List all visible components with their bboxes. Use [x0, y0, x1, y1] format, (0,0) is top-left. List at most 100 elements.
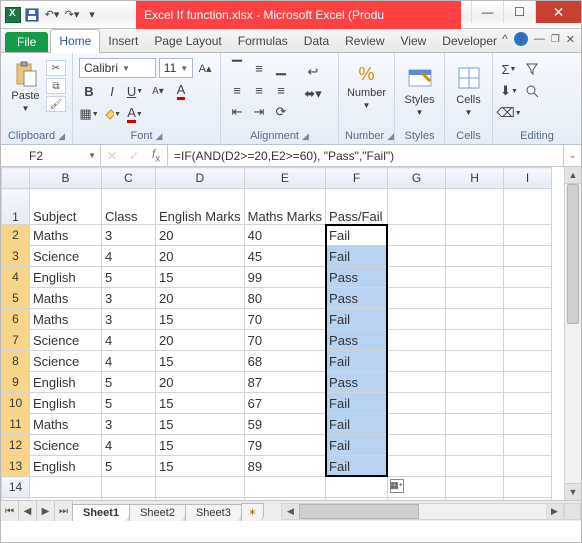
vertical-scrollbar[interactable]: ▲ ▼: [564, 167, 581, 500]
font-color-button[interactable]: A▼: [125, 104, 145, 124]
cell[interactable]: 15: [156, 309, 245, 330]
formula-input[interactable]: =IF(AND(D2>=20,E2>=60), "Pass","Fail"): [168, 145, 563, 166]
expand-formula-bar-icon[interactable]: ⌄: [563, 145, 581, 166]
fill-color-button[interactable]: ▼: [102, 104, 122, 124]
cell[interactable]: [156, 477, 245, 498]
row-header[interactable]: 5: [2, 288, 30, 309]
row-header[interactable]: 6: [2, 309, 30, 330]
italic-button[interactable]: I: [102, 81, 122, 101]
col-header-I[interactable]: I: [504, 168, 552, 189]
cell[interactable]: 15: [156, 435, 245, 456]
cell[interactable]: 4: [102, 330, 156, 351]
cell[interactable]: [504, 351, 552, 372]
cell[interactable]: 15: [156, 393, 245, 414]
paste-button[interactable]: Paste ▼: [7, 56, 44, 113]
sheet-tab-sheet1[interactable]: Sheet1: [72, 504, 130, 521]
cell[interactable]: [446, 330, 504, 351]
number-format-button[interactable]: % Number ▼: [344, 60, 390, 110]
cell[interactable]: 59: [244, 414, 325, 435]
cell[interactable]: Fail: [326, 309, 388, 330]
cell[interactable]: 15: [156, 351, 245, 372]
cell[interactable]: English: [30, 372, 102, 393]
cell[interactable]: Science: [30, 246, 102, 267]
tab-page-layout[interactable]: Page Layout: [146, 30, 229, 52]
cell[interactable]: Pass/Fail: [326, 189, 388, 225]
cancel-formula-icon[interactable]: ✕: [101, 149, 123, 163]
row-header[interactable]: 13: [2, 456, 30, 477]
scroll-right-icon[interactable]: ▶: [546, 504, 563, 519]
cell[interactable]: 79: [244, 435, 325, 456]
cell[interactable]: Class: [102, 189, 156, 225]
cell[interactable]: [388, 414, 446, 435]
help-icon[interactable]: ?: [514, 32, 528, 46]
grow-font-button[interactable]: A▴: [196, 58, 214, 78]
cell[interactable]: [388, 288, 446, 309]
sheet-tab-sheet3[interactable]: Sheet3: [185, 504, 242, 521]
cell[interactable]: [504, 330, 552, 351]
row-header[interactable]: 7: [2, 330, 30, 351]
cell[interactable]: Science: [30, 435, 102, 456]
border-button[interactable]: ▦▼: [79, 104, 99, 124]
prev-sheet-icon[interactable]: ◀: [19, 501, 37, 521]
row-header[interactable]: 14: [2, 477, 30, 498]
cell[interactable]: 70: [244, 309, 325, 330]
new-sheet-button[interactable]: ✶: [241, 503, 264, 521]
cell[interactable]: [388, 225, 446, 246]
underline-button[interactable]: U▼: [125, 81, 145, 101]
tab-view[interactable]: View: [393, 30, 435, 52]
cell[interactable]: 3: [102, 225, 156, 246]
align-center-button[interactable]: ≡: [249, 80, 269, 100]
cell[interactable]: 80: [244, 288, 325, 309]
enter-formula-icon[interactable]: ✓: [123, 149, 145, 163]
cell[interactable]: [446, 351, 504, 372]
col-header-E[interactable]: E: [244, 168, 325, 189]
cell[interactable]: [388, 372, 446, 393]
tab-data[interactable]: Data: [296, 30, 337, 52]
cell[interactable]: [446, 309, 504, 330]
cell[interactable]: [388, 309, 446, 330]
align-right-button[interactable]: ≡: [271, 80, 291, 100]
minimize-ribbon-icon[interactable]: ^: [502, 32, 508, 46]
find-select-button[interactable]: [522, 81, 542, 101]
cell[interactable]: [388, 351, 446, 372]
scroll-up-icon[interactable]: ▲: [565, 167, 581, 184]
cell[interactable]: [504, 288, 552, 309]
cell[interactable]: 89: [244, 456, 325, 477]
cell[interactable]: Maths: [30, 414, 102, 435]
cell[interactable]: 87: [244, 372, 325, 393]
font-size-dropdown[interactable]: 11▼: [159, 58, 193, 78]
align-top-button[interactable]: ▔: [227, 58, 247, 78]
cell[interactable]: [446, 456, 504, 477]
tab-developer[interactable]: Developer: [434, 30, 505, 52]
cell[interactable]: Pass: [326, 267, 388, 288]
col-header-F[interactable]: F: [326, 168, 388, 189]
cell[interactable]: Science: [30, 330, 102, 351]
row-header[interactable]: 4: [2, 267, 30, 288]
cell[interactable]: English: [30, 456, 102, 477]
row-header[interactable]: 8: [2, 351, 30, 372]
cell[interactable]: [446, 414, 504, 435]
cell[interactable]: 99: [244, 267, 325, 288]
tab-review[interactable]: Review: [337, 30, 392, 52]
sort-filter-button[interactable]: [522, 59, 542, 79]
cell[interactable]: 5: [102, 456, 156, 477]
name-box[interactable]: F2▼: [1, 145, 101, 166]
cell[interactable]: [326, 477, 388, 498]
cell[interactable]: [446, 189, 504, 225]
tab-formulas[interactable]: Formulas: [230, 30, 296, 52]
cell[interactable]: Fail: [326, 351, 388, 372]
cell[interactable]: Fail: [326, 414, 388, 435]
cell[interactable]: 5: [102, 372, 156, 393]
clear-button[interactable]: ⌫▼: [499, 103, 519, 123]
row-header[interactable]: 10: [2, 393, 30, 414]
cell[interactable]: [388, 435, 446, 456]
cell[interactable]: Pass: [326, 372, 388, 393]
cell[interactable]: Fail: [326, 225, 388, 246]
align-bottom-button[interactable]: ▁: [271, 58, 291, 78]
cell[interactable]: [504, 414, 552, 435]
close-button[interactable]: ✕: [535, 1, 581, 23]
row-header[interactable]: 1: [2, 189, 30, 225]
cell[interactable]: 4: [102, 351, 156, 372]
last-sheet-icon[interactable]: ⏭: [55, 501, 73, 521]
cell[interactable]: [388, 330, 446, 351]
